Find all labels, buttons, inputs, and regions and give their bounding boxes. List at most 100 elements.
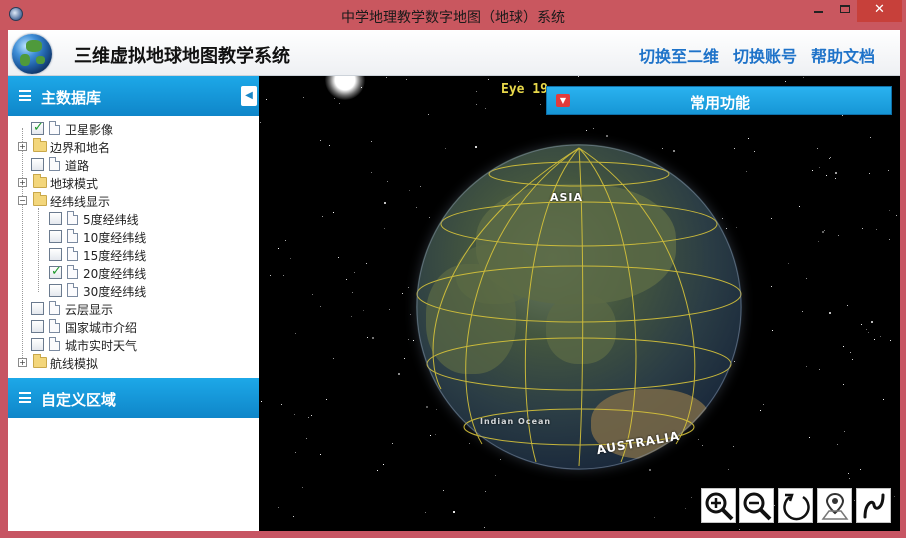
star <box>862 228 863 229</box>
star <box>326 399 327 400</box>
star <box>806 366 807 367</box>
earth-globe[interactable]: ASIA Indian Ocean AUSTRALIA <box>416 144 742 470</box>
star <box>334 98 335 99</box>
star <box>894 496 895 497</box>
folder-open-icon <box>33 192 47 206</box>
globe-viewport[interactable]: Eye 19 ASIA Indian Ocean AUSTRALIA ▼ 常用功… <box>259 76 900 531</box>
star <box>320 140 321 141</box>
checkbox[interactable] <box>49 230 62 243</box>
collapse-icon[interactable]: − <box>18 196 27 205</box>
checkbox[interactable] <box>31 302 44 315</box>
star <box>685 508 686 509</box>
star <box>754 151 755 152</box>
star <box>606 135 608 137</box>
expand-icon[interactable]: + <box>18 178 27 187</box>
star <box>763 404 764 405</box>
locate-button[interactable] <box>817 488 852 523</box>
star <box>771 218 772 219</box>
star <box>824 230 825 231</box>
star <box>278 248 279 249</box>
maximize-button[interactable] <box>832 0 857 22</box>
document-icon <box>49 121 60 135</box>
rotate-button[interactable] <box>778 488 813 523</box>
star <box>870 137 871 138</box>
star <box>302 487 303 488</box>
star <box>774 505 775 506</box>
star <box>848 473 849 474</box>
star <box>290 258 291 259</box>
star <box>285 240 286 241</box>
star <box>799 206 800 207</box>
star <box>861 324 862 325</box>
star <box>354 272 355 273</box>
star <box>771 286 772 287</box>
help-docs-link[interactable]: 帮助文档 <box>811 43 875 67</box>
star <box>844 431 845 432</box>
star <box>835 178 836 179</box>
document-icon <box>49 337 60 351</box>
star <box>295 452 296 453</box>
star <box>260 122 261 123</box>
checkbox[interactable] <box>31 338 44 351</box>
star <box>837 444 838 445</box>
route-button[interactable] <box>856 488 891 523</box>
app-window: 中学地理教学数字地图（地球）系统 ✕ 三维虚拟地球地图教学系统 切换至二维 切换… <box>0 0 906 538</box>
star <box>312 294 313 295</box>
checkbox[interactable] <box>49 212 62 225</box>
star <box>281 404 282 405</box>
collapse-sidebar-button[interactable]: ◀ <box>241 86 257 106</box>
star <box>443 490 444 491</box>
checkbox[interactable] <box>31 320 44 333</box>
zoom-in-button[interactable] <box>701 488 736 523</box>
sun-glow <box>325 76 365 100</box>
star <box>850 352 851 353</box>
star <box>363 310 364 311</box>
switch-2d-link[interactable]: 切换至二维 <box>639 43 719 67</box>
star <box>842 115 843 116</box>
star <box>303 97 304 98</box>
switch-account-link[interactable]: 切换账号 <box>733 43 797 67</box>
minimize-button[interactable] <box>805 0 832 22</box>
star <box>352 292 353 293</box>
checkbox[interactable] <box>31 120 44 135</box>
star <box>425 512 426 513</box>
common-functions-label: 常用功能 <box>689 94 750 112</box>
main-database-header[interactable]: 主数据库 ◀ <box>8 76 259 116</box>
custom-region-header[interactable]: 自定义区域 <box>8 378 259 418</box>
common-functions-bar[interactable]: ▼ 常用功能 <box>546 86 892 115</box>
globe-logo-icon <box>12 34 52 74</box>
star <box>852 359 853 360</box>
tree-item-label: 边界和地名 <box>50 141 111 155</box>
star <box>351 316 352 317</box>
star <box>817 148 818 149</box>
star <box>322 216 323 217</box>
expand-icon[interactable]: + <box>18 358 27 367</box>
star <box>746 171 747 172</box>
close-button[interactable]: ✕ <box>857 0 902 22</box>
star <box>484 527 485 528</box>
tree-item-label: 20度经纬线 <box>83 267 147 281</box>
star <box>377 470 378 471</box>
document-icon <box>67 283 78 297</box>
document-icon <box>49 157 60 171</box>
document-icon <box>49 319 60 333</box>
tree-item-label: 30度经纬线 <box>83 285 147 299</box>
star <box>413 340 414 341</box>
star <box>372 337 374 339</box>
star <box>874 339 875 340</box>
checkbox[interactable] <box>31 158 44 171</box>
star <box>283 275 284 276</box>
checkbox[interactable] <box>49 284 62 297</box>
star <box>785 81 786 82</box>
star <box>270 275 271 276</box>
folder-icon <box>33 138 47 152</box>
label-asia: ASIA <box>550 191 584 204</box>
checkbox[interactable] <box>49 264 62 279</box>
star <box>540 104 541 105</box>
tree-item-label: 航线模拟 <box>50 357 99 371</box>
star <box>826 175 827 176</box>
zoom-out-button[interactable] <box>739 488 774 523</box>
expand-icon[interactable]: + <box>18 142 27 151</box>
checkbox[interactable] <box>49 248 62 261</box>
document-icon <box>49 301 60 315</box>
